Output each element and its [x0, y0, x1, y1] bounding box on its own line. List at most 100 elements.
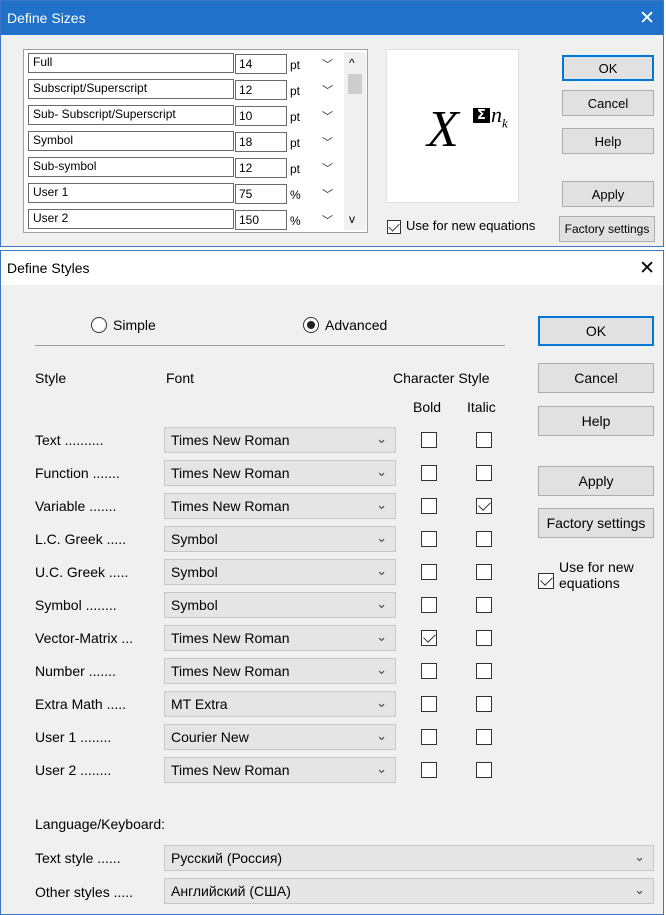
- style-font-select[interactable]: MT Extra ⌄: [164, 691, 396, 717]
- styles-cancel-button[interactable]: Cancel: [538, 363, 654, 393]
- style-font-select[interactable]: Times New Roman ⌄: [164, 757, 396, 783]
- italic-checkbox[interactable]: [476, 597, 492, 613]
- style-font-value: Times New Roman: [171, 762, 290, 778]
- bold-checkbox[interactable]: [421, 630, 437, 646]
- sizes-factory-settings-button[interactable]: Factory settings: [559, 216, 655, 242]
- italic-checkbox[interactable]: [476, 465, 492, 481]
- style-font-value: Times New Roman: [171, 465, 290, 481]
- styles-apply-button[interactable]: Apply: [538, 466, 654, 496]
- language-keyboard-label: Language/Keyboard:: [35, 816, 165, 832]
- size-unit-select[interactable]: pt: [290, 58, 306, 72]
- italic-checkbox[interactable]: [476, 696, 492, 712]
- size-unit-select[interactable]: pt: [290, 162, 306, 176]
- sizes-apply-button[interactable]: Apply: [562, 181, 654, 207]
- size-unit-select[interactable]: %: [290, 214, 306, 228]
- italic-checkbox[interactable]: [476, 564, 492, 580]
- sizes-help-button[interactable]: Help: [562, 128, 654, 154]
- chevron-down-icon[interactable]: ﹀: [322, 186, 333, 202]
- sizes-use-for-new-checkbox[interactable]: [387, 220, 401, 234]
- bold-checkbox[interactable]: [421, 564, 437, 580]
- size-unit-select[interactable]: pt: [290, 84, 306, 98]
- styles-use-for-new-label: Use for new equations: [559, 559, 634, 591]
- advanced-radio[interactable]: [303, 317, 319, 333]
- chevron-down-icon: ⌄: [376, 630, 387, 645]
- styles-use-for-new-checkbox[interactable]: [538, 573, 554, 589]
- chevron-down-icon[interactable]: ﹀: [322, 82, 333, 98]
- bold-checkbox[interactable]: [421, 498, 437, 514]
- size-value-input[interactable]: 14: [235, 54, 287, 74]
- sizes-scrollbar[interactable]: ^ v: [344, 52, 366, 230]
- define-sizes-titlebar: Define Sizes ✕: [1, 1, 663, 35]
- italic-checkbox[interactable]: [476, 630, 492, 646]
- chevron-down-icon[interactable]: ﹀: [322, 160, 333, 176]
- style-font-value: Times New Roman: [171, 432, 290, 448]
- styles-help-button[interactable]: Help: [538, 406, 654, 436]
- close-icon[interactable]: ✕: [639, 7, 655, 29]
- chevron-down-icon[interactable]: ﹀: [322, 134, 333, 150]
- style-font-select[interactable]: Symbol ⌄: [164, 592, 396, 618]
- style-font-select[interactable]: Times New Roman ⌄: [164, 427, 396, 453]
- italic-checkbox[interactable]: [476, 762, 492, 778]
- size-unit-select[interactable]: pt: [290, 136, 306, 150]
- sizes-use-for-new-label: Use for new equations: [406, 218, 536, 233]
- italic-checkbox[interactable]: [476, 663, 492, 679]
- style-row-label: Symbol ........: [35, 597, 117, 613]
- size-value-input[interactable]: 150: [235, 210, 287, 230]
- scroll-up-icon[interactable]: ^: [349, 56, 355, 70]
- size-unit-select[interactable]: pt: [290, 110, 306, 124]
- size-value-input[interactable]: 75: [235, 184, 287, 204]
- size-unit-select[interactable]: %: [290, 188, 306, 202]
- style-font-value: MT Extra: [171, 696, 228, 712]
- italic-checkbox[interactable]: [476, 729, 492, 745]
- preview-x-glyph: X: [427, 101, 459, 158]
- styles-factory-settings-button[interactable]: Factory settings: [538, 508, 654, 538]
- style-font-value: Courier New: [171, 729, 249, 745]
- size-row-label: Subscript/Superscript: [28, 79, 234, 99]
- scroll-thumb[interactable]: [348, 74, 362, 94]
- sizes-ok-button[interactable]: OK: [562, 55, 654, 81]
- bold-checkbox[interactable]: [421, 597, 437, 613]
- simple-radio[interactable]: [91, 317, 107, 333]
- style-font-select[interactable]: Symbol ⌄: [164, 526, 396, 552]
- size-value-input[interactable]: 12: [235, 158, 287, 178]
- style-font-select[interactable]: Times New Roman ⌄: [164, 625, 396, 651]
- chevron-down-icon: ⌄: [634, 883, 645, 898]
- italic-checkbox[interactable]: [476, 498, 492, 514]
- chevron-down-icon[interactable]: ﹀: [322, 56, 333, 72]
- bold-checkbox[interactable]: [421, 696, 437, 712]
- style-font-select[interactable]: Symbol ⌄: [164, 559, 396, 585]
- size-value-input[interactable]: 10: [235, 106, 287, 126]
- define-sizes-dialog: Define Sizes ✕ Full 14 pt ﹀ Subscript/Supers…: [0, 0, 664, 247]
- italic-checkbox[interactable]: [476, 432, 492, 448]
- chevron-down-icon[interactable]: ﹀: [322, 212, 333, 228]
- bold-checkbox[interactable]: [421, 729, 437, 745]
- bold-checkbox[interactable]: [421, 465, 437, 481]
- size-row: Full 14 pt ﹀: [28, 53, 348, 75]
- chevron-down-icon[interactable]: ﹀: [322, 108, 333, 124]
- style-font-select[interactable]: Courier New ⌄: [164, 724, 396, 750]
- italic-checkbox[interactable]: [476, 531, 492, 547]
- size-row-label: Symbol: [28, 131, 234, 151]
- styles-ok-button[interactable]: OK: [538, 316, 654, 346]
- size-value-input[interactable]: 12: [235, 80, 287, 100]
- style-font-value: Times New Roman: [171, 498, 290, 514]
- style-row-label: Text ..........: [35, 432, 104, 448]
- bold-checkbox[interactable]: [421, 432, 437, 448]
- style-font-select[interactable]: Times New Roman ⌄: [164, 658, 396, 684]
- style-row-label: U.C. Greek .....: [35, 564, 129, 580]
- define-styles-title: Define Styles: [7, 260, 90, 276]
- style-font-select[interactable]: Times New Roman ⌄: [164, 493, 396, 519]
- scroll-down-icon[interactable]: v: [349, 212, 355, 226]
- text-style-language-select[interactable]: Русский (Россия) ⌄: [164, 845, 654, 871]
- bold-checkbox[interactable]: [421, 762, 437, 778]
- sizes-cancel-button[interactable]: Cancel: [562, 90, 654, 116]
- chevron-down-icon: ⌄: [376, 432, 387, 447]
- style-font-select[interactable]: Times New Roman ⌄: [164, 460, 396, 486]
- size-value-input[interactable]: 18: [235, 132, 287, 152]
- size-preview: X Σ nk: [386, 49, 519, 203]
- bold-checkbox[interactable]: [421, 663, 437, 679]
- bold-checkbox[interactable]: [421, 531, 437, 547]
- chevron-down-icon: ⌄: [376, 531, 387, 546]
- other-styles-language-select[interactable]: Английский (США) ⌄: [164, 878, 654, 904]
- close-icon[interactable]: ✕: [639, 257, 655, 279]
